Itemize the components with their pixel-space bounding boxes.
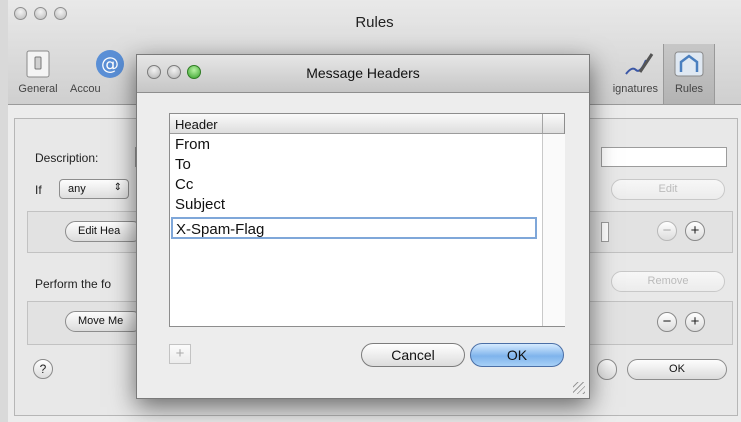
toolbar-signatures-label: ignatures [612,83,658,95]
if-label: If [35,183,42,197]
ok-button[interactable]: OK [470,343,564,367]
move-message-button[interactable]: Move Me [65,311,143,332]
toolbar-accounts[interactable]: @ Accou [70,48,130,95]
rules-icon [674,51,704,77]
edit-headers-button[interactable]: Edit Hea [65,221,143,242]
rules-ok-button[interactable]: OK [627,359,727,380]
toolbar-signatures[interactable]: ignatures [592,48,658,95]
header-column-corner [542,114,565,133]
header-edit-field[interactable]: X-Spam-Flag [171,217,537,239]
edit-button[interactable]: Edit [611,179,725,200]
message-headers-dialog: Message Headers Header From To Cc Subjec… [136,54,590,399]
svg-text:@: @ [101,54,119,75]
header-column[interactable]: Header [170,114,564,134]
toolbar-rules-label: Rules [674,83,704,95]
description-label: Description: [35,151,99,165]
description-field-end[interactable] [601,147,727,167]
header-column-label: Header [175,117,218,132]
cancel-button[interactable]: Cancel [361,343,465,367]
list-item[interactable]: From [170,135,542,155]
cancel-button-partial[interactable] [597,359,617,380]
help-button[interactable]: ? [33,359,53,379]
dialog-title: Message Headers [306,65,420,81]
at-sign-icon: @ [96,50,124,78]
window-title: Rules [355,14,394,31]
if-popup-value: any [68,183,86,195]
resize-grip-icon[interactable] [573,382,585,394]
list-scrollbar[interactable] [542,134,565,326]
list-item[interactable]: Subject [170,195,542,215]
dialog-titlebar: Message Headers [137,55,589,93]
perform-label: Perform the fo [35,277,112,291]
add-header-button[interactable]: + [169,344,191,364]
remove-action-button[interactable]: − [657,312,677,332]
list-item[interactable]: To [170,155,542,175]
signature-pen-icon [625,53,654,75]
remove-button[interactable]: Remove [611,271,725,292]
toolbar-rules[interactable]: Rules [663,44,715,104]
list-item[interactable]: Cc [170,175,542,195]
switch-icon [26,50,50,78]
toolbar-accounts-label: Accou [70,83,101,95]
headers-list[interactable]: Header From To Cc Subject X-Spam-Flag [169,113,565,327]
add-action-button[interactable]: + [685,312,705,332]
condition-value-field[interactable] [601,222,609,242]
remove-condition-button[interactable]: − [657,221,677,241]
header-rows: From To Cc Subject X-Spam-Flag [170,135,542,239]
toolbar-general-label: General [18,83,58,95]
add-condition-button[interactable]: + [685,221,705,241]
any-all-popup[interactable]: any ⇕ [59,179,129,199]
toolbar-general[interactable]: General [12,48,64,95]
popup-arrows-icon: ⇕ [113,182,122,193]
